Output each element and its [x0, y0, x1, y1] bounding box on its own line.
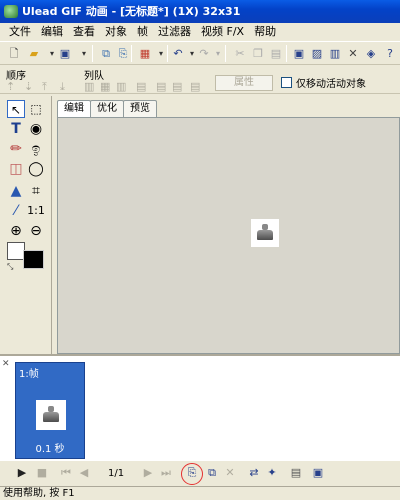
frame-properties-icon[interactable]: ▤	[288, 466, 304, 479]
tween-icon[interactable]: ▥	[327, 46, 343, 61]
copy-icon[interactable]: ❐	[250, 46, 266, 61]
menu-filter[interactable]: 过滤器	[153, 23, 196, 41]
transform-tool-icon[interactable]: ◉	[27, 120, 45, 138]
wizard-icon[interactable]: ◈	[363, 46, 379, 61]
pick-tool-icon[interactable]: ↖	[7, 100, 25, 118]
frame-counter: 1/1	[108, 468, 125, 479]
tab-preview[interactable]: 预览	[123, 100, 157, 117]
tween-frames-icon[interactable]: ⇄	[246, 466, 262, 479]
text-frames-icon[interactable]: ✦	[264, 466, 280, 479]
status-text: 使用帮助, 按 F1	[3, 488, 75, 499]
paint-tool-icon[interactable]: ✏	[7, 140, 25, 158]
window-title: Ulead GIF 动画 - [无标题*] (1X) 32x31	[22, 5, 241, 18]
help-icon[interactable]: ?	[382, 46, 398, 61]
add-frame-icon[interactable]: ⎘	[184, 466, 200, 480]
close-icon[interactable]: ✕	[2, 359, 10, 369]
delete-frame-icon[interactable]: ✕	[222, 466, 238, 479]
menu-view[interactable]: 查看	[68, 23, 100, 41]
import-icon[interactable]: ⎘	[115, 46, 131, 61]
move-up-icon[interactable]: ⇡	[6, 80, 15, 93]
fill-tool-icon[interactable]: ▲	[7, 182, 25, 200]
palette-icon[interactable]: ▦	[137, 46, 153, 61]
play-icon[interactable]: ▶	[14, 466, 30, 479]
app-icon	[4, 5, 18, 18]
duplicate-frame-icon[interactable]: ⧉	[204, 466, 220, 480]
crop-tool-icon[interactable]: ⌗	[27, 182, 45, 200]
canvas-area[interactable]	[57, 117, 400, 354]
tab-strip: 编辑 优化 预览	[57, 100, 157, 118]
next-frame-icon[interactable]: ▶	[140, 466, 156, 479]
text-tool-icon[interactable]: T	[7, 120, 25, 138]
first-frame-icon[interactable]: ⏮	[58, 466, 74, 480]
frame-thumbnail[interactable]: 1:帧 0.1 秒	[15, 362, 85, 459]
menu-edit[interactable]: 编辑	[36, 23, 68, 41]
ellipse-select-icon[interactable]: ◯	[27, 160, 45, 178]
actual-size-icon[interactable]: 1:1	[27, 202, 45, 220]
distribute-icon[interactable]: ▤	[190, 80, 200, 93]
eraser-tool-icon[interactable]: ◫	[7, 160, 25, 178]
menu-help[interactable]: 帮助	[249, 23, 281, 41]
tab-edit[interactable]: 编辑	[57, 100, 91, 118]
frame-preview-image	[36, 400, 66, 430]
align-bottom-icon[interactable]: ▤	[172, 80, 182, 93]
move-active-only-checkbox[interactable]	[281, 77, 292, 88]
title-bar: Ulead GIF 动画 - [无标题*] (1X) 32x31	[0, 0, 400, 23]
frame-label: 1:帧	[19, 369, 39, 380]
toolbar-divider	[167, 45, 168, 62]
toolbar-divider	[286, 45, 287, 62]
align-left-icon[interactable]: ▥	[84, 80, 94, 93]
export-icon[interactable]: ⧉	[98, 46, 114, 61]
zoom-out-icon[interactable]: ⊖	[27, 222, 45, 240]
open-icon[interactable]: ▰	[26, 46, 42, 61]
frame-icon[interactable]: ▣	[291, 46, 307, 61]
move-active-only-label: 仅移动活动对象	[296, 79, 366, 90]
cut-icon[interactable]: ✂	[232, 46, 248, 61]
move-down-icon[interactable]: ⇣	[24, 80, 33, 93]
new-file-icon[interactable]: 🗋	[6, 46, 22, 61]
stop-icon[interactable]: ■	[34, 466, 50, 479]
status-bar: 使用帮助, 按 F1	[0, 486, 400, 500]
chevron-down-icon[interactable]: ▾	[76, 46, 92, 61]
menu-frame[interactable]: 帧	[132, 23, 153, 41]
chevron-down-icon[interactable]: ▾	[210, 46, 226, 61]
playback-bar: ▶ ■ ⏮ ◀ 1/1 ▶ ⏭ ⎘ ⧉ ✕ ⇄ ✦ ▤ ▣	[0, 460, 400, 486]
align-center-icon[interactable]: ▦	[100, 80, 110, 93]
delete-icon[interactable]: ✕	[345, 46, 361, 61]
lasso-tool-icon[interactable]: ඉ	[27, 140, 45, 158]
align-right-icon[interactable]: ▥	[116, 80, 126, 93]
menu-video-fx[interactable]: 视频 F/X	[196, 23, 249, 41]
tab-optimize[interactable]: 优化	[90, 100, 124, 117]
toolbar-divider	[225, 45, 226, 62]
zoom-in-icon[interactable]: ⊕	[7, 222, 25, 240]
menu-object[interactable]: 对象	[100, 23, 132, 41]
properties-button[interactable]: 属性	[215, 75, 273, 91]
arrange-bar: 顺序 列队 ⇡ ⇣ ⤒ ⤓ ▥ ▦ ▥ ▤ ▤ ▤ ▤ 属性 仅移动活动对象	[0, 66, 400, 94]
last-frame-icon[interactable]: ⏭	[158, 466, 174, 480]
paste-icon[interactable]: ▤	[268, 46, 284, 61]
menu-bar: 文件 编辑 查看 对象 帧 过滤器 视频 F/X 帮助	[0, 23, 400, 41]
canvas-image[interactable]	[251, 219, 279, 247]
eyedropper-icon[interactable]: ⁄	[7, 202, 25, 220]
align-middle-icon[interactable]: ▤	[156, 80, 166, 93]
swap-colors-icon[interactable]: ⤡	[7, 262, 13, 272]
frame-panel: ✕ 1:帧 0.1 秒	[0, 354, 400, 460]
toolbar-divider	[92, 45, 93, 62]
rectangle-select-icon[interactable]: ⬚	[27, 100, 45, 118]
align-top-icon[interactable]: ▤	[136, 80, 146, 93]
save-icon[interactable]: ▣	[57, 46, 73, 61]
main-toolbar: 🗋 ▰ ▾ ▣ ▾ ⧉ ⎘ ▦ ▾ ↶ ▾ ↷ ▾ ✂ ❐ ▤ ▣ ▨ ▥ ✕ …	[0, 41, 400, 65]
frame-properties-icon[interactable]: ▨	[309, 46, 325, 61]
foreground-color-swatch[interactable]	[23, 250, 44, 269]
onion-skin-icon[interactable]: ▣	[310, 466, 326, 479]
move-top-icon[interactable]: ⤒	[42, 80, 47, 94]
tool-palette: ↖ ⬚ T ◉ ✏ ඉ ◫ ◯ ▲ ⌗ ⁄ 1:1 ⊕ ⊖ ⤡	[0, 96, 52, 354]
workspace: 编辑 优化 预览	[53, 96, 400, 354]
previous-frame-icon[interactable]: ◀	[76, 466, 92, 479]
toolbar-divider	[131, 45, 132, 62]
menu-file[interactable]: 文件	[4, 23, 36, 41]
frame-delay: 0.1 秒	[35, 444, 65, 455]
move-bottom-icon[interactable]: ⤓	[60, 80, 65, 94]
